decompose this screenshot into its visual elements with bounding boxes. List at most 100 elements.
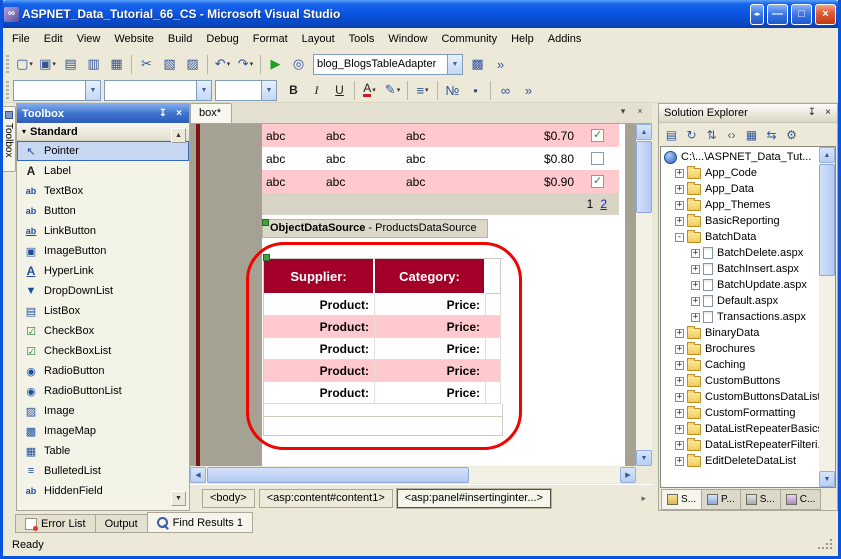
toolbox-item[interactable]: ab Button [17, 201, 189, 221]
tree-item[interactable]: + DataListRepeaterFilteri... [661, 437, 819, 453]
tag-navigator-scroll-icon[interactable]: ▸ [641, 493, 646, 504]
tree-expander-icon[interactable]: + [691, 313, 700, 322]
tree-item[interactable]: C:\...\ASPNET_Data_Tut... [661, 149, 819, 165]
tree-item[interactable]: + App_Data [661, 181, 819, 197]
alignment-button[interactable]: ≡ ▾ [411, 79, 434, 101]
tag-navigator-item[interactable]: <body> [202, 489, 255, 508]
tree-expander-icon[interactable]: + [691, 281, 700, 290]
tree-expander-icon[interactable]: + [675, 201, 684, 210]
open-file-button[interactable]: ▤ [59, 53, 82, 75]
scroll-up-icon[interactable]: ▲ [636, 124, 652, 140]
properties-window-button[interactable]: ▩ [466, 53, 489, 75]
menu-item[interactable]: Community [434, 30, 504, 48]
paste-button[interactable]: ▨ [181, 53, 204, 75]
combo-dropdown-icon[interactable]: ▼ [196, 81, 211, 100]
toolbox-item[interactable]: ◉ RadioButton [17, 361, 189, 381]
tree-expander-icon[interactable]: + [675, 377, 684, 386]
start-debugging-button[interactable]: ▶ [264, 53, 287, 75]
scroll-right-icon[interactable]: ▶ [620, 467, 636, 483]
redo-button[interactable]: ↷ ▾ [234, 53, 257, 75]
toolbox-item[interactable]: ↖ Pointer [17, 141, 189, 161]
save-all-button[interactable]: ▦ [105, 53, 128, 75]
auto-hide-pin-icon[interactable]: ↧ [805, 106, 819, 120]
toolbox-item[interactable]: ▣ ImageButton [17, 241, 189, 261]
separator[interactable] [487, 79, 494, 101]
tree-expander-icon[interactable]: + [675, 345, 684, 354]
tool-window-tab[interactable]: C... [780, 489, 822, 510]
tag-navigator-item[interactable]: <asp:content#content1> [259, 489, 393, 508]
font-size-combobox[interactable]: ▼ [215, 80, 277, 101]
tree-item[interactable]: + Default.aspx [661, 293, 819, 309]
toolbox-item[interactable]: ▼ DropDownList [17, 281, 189, 301]
toolbox-scroll-down-button[interactable]: ▼ [171, 491, 186, 506]
objectdatasource-control[interactable]: ObjectDataSource - ProductsDataSource [262, 219, 488, 238]
toolbox-item[interactable]: ☑ CheckBox [17, 321, 189, 341]
tree-item[interactable]: + App_Themes [661, 197, 819, 213]
menu-item[interactable]: Edit [37, 30, 70, 48]
scrollbar-thumb[interactable] [636, 141, 652, 213]
menu-item[interactable]: Website [107, 30, 161, 48]
close-panel-icon[interactable]: × [172, 107, 186, 121]
toolbar-grip[interactable] [6, 81, 9, 99]
menu-item[interactable]: Layout [295, 30, 342, 48]
window-titlebar[interactable]: ∞ ASPNET_Data_Tutorial_66_CS - Microsoft… [0, 0, 841, 28]
tree-item[interactable]: + DataListRepeaterBasics [661, 421, 819, 437]
menu-item[interactable]: File [5, 30, 37, 48]
toolbox-scroll-up-button[interactable]: ▲ [171, 128, 186, 143]
numbered-list-button[interactable]: № [441, 79, 464, 101]
scroll-down-icon[interactable]: ▼ [819, 471, 835, 487]
tree-expander-icon[interactable]: + [675, 425, 684, 434]
tree-item[interactable]: + Transactions.aspx [661, 309, 819, 325]
close-document-icon[interactable]: × [633, 105, 647, 119]
menu-item[interactable]: Debug [199, 30, 245, 48]
resize-grip-icon[interactable] [818, 547, 820, 549]
tag-navigator-item[interactable]: <asp:panel#insertinginter...> [397, 489, 551, 508]
bold-button[interactable]: B [282, 79, 305, 101]
maximize-button[interactable]: □ [791, 4, 812, 25]
view-code-button[interactable]: ‹› [722, 125, 741, 144]
tree-expander-icon[interactable]: + [675, 441, 684, 450]
aspnet-configuration-button[interactable]: ⚙ [782, 125, 801, 144]
menu-item[interactable]: Build [161, 30, 199, 48]
tree-item[interactable]: + CustomButtons [661, 373, 819, 389]
tree-expander-icon[interactable]: + [675, 409, 684, 418]
tool-window-tab[interactable]: S... [661, 489, 702, 510]
separator[interactable] [351, 79, 358, 101]
tree-expander-icon[interactable]: + [675, 329, 684, 338]
tree-item[interactable]: + CustomButtonsDataList [661, 389, 819, 405]
tree-item[interactable]: + Brochures [661, 341, 819, 357]
menu-item[interactable]: Addins [541, 30, 589, 48]
copy-button[interactable]: ▧ [158, 53, 181, 75]
toolbox-item[interactable]: ▩ ImageMap [17, 421, 189, 441]
bulleted-list-button[interactable]: • [464, 79, 487, 101]
scroll-left-icon[interactable]: ◀ [190, 467, 206, 483]
toolbox-item[interactable]: ab HiddenField [17, 481, 189, 501]
row-checkbox[interactable] [591, 129, 604, 142]
toolbox-item[interactable]: ▨ Image [17, 401, 189, 421]
combo-dropdown-icon[interactable]: ▼ [447, 55, 462, 74]
tree-expander-icon[interactable]: + [675, 217, 684, 226]
toolbar-overflow-button[interactable]: » [489, 53, 512, 75]
toolbox-collapsed-tab[interactable]: Toolbox [2, 106, 16, 172]
tree-item[interactable]: + Caching [661, 357, 819, 373]
window-dock-button[interactable]: ◂▸ [750, 4, 764, 25]
underline-button[interactable]: U [328, 79, 351, 101]
separator[interactable] [404, 79, 411, 101]
scrollbar-thumb[interactable] [207, 467, 469, 483]
minimize-button[interactable]: — [767, 4, 788, 25]
tree-expander-icon[interactable]: + [675, 185, 684, 194]
toolbox-item[interactable]: A HyperLink [17, 261, 189, 281]
tree-expander-icon[interactable]: + [675, 393, 684, 402]
tree-expander-icon[interactable]: + [691, 297, 700, 306]
foreground-color-button[interactable]: A ▾ [358, 79, 381, 101]
output-tab[interactable]: Output [95, 514, 148, 533]
toolbox-item[interactable]: ☑ CheckBoxList [17, 341, 189, 361]
tree-item[interactable]: + BatchUpdate.aspx [661, 277, 819, 293]
separator[interactable] [257, 53, 264, 75]
menu-item[interactable]: Window [381, 30, 434, 48]
tree-expander-icon[interactable]: + [691, 265, 700, 274]
tree-item[interactable]: + CustomFormatting [661, 405, 819, 421]
row-checkbox[interactable] [591, 175, 604, 188]
copy-website-button[interactable]: ⇆ [762, 125, 781, 144]
properties-button[interactable]: ▤ [662, 125, 681, 144]
